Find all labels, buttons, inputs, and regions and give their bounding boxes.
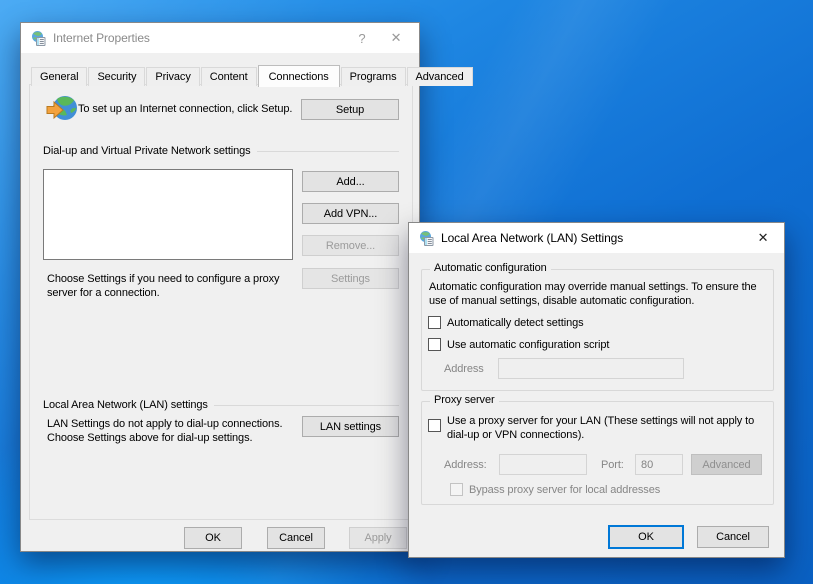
choose-settings-hint: Choose Settings if you need to configure…	[47, 272, 299, 300]
tab-privacy[interactable]: Privacy	[146, 67, 199, 86]
tab-strip: General Security Privacy Content Connect…	[31, 64, 474, 85]
add-vpn-button[interactable]: Add VPN...	[302, 203, 399, 224]
use-script-label: Use automatic configuration script	[447, 339, 609, 351]
script-address-label: Address	[444, 363, 484, 375]
lan-settings-button[interactable]: LAN settings	[302, 416, 399, 437]
titlebar: Local Area Network (LAN) Settings ✕	[409, 223, 784, 253]
use-proxy-checkbox[interactable]	[428, 419, 441, 432]
tab-advanced[interactable]: Advanced	[407, 67, 473, 86]
internet-globe-arrow-icon	[45, 93, 81, 132]
proxy-address-label: Address:	[444, 459, 487, 471]
setup-description: To set up an Internet connection, click …	[78, 102, 306, 116]
apply-button[interactable]: Apply	[349, 527, 407, 549]
automatically-detect-label: Automatically detect settings	[447, 317, 584, 329]
titlebar: Internet Properties ? ✕	[21, 23, 419, 53]
use-proxy-label: Use a proxy server for your LAN (These s…	[447, 414, 775, 442]
lan-section-label: Local Area Network (LAN) settings	[43, 399, 208, 411]
section-divider	[257, 151, 399, 152]
lan-settings-icon	[418, 230, 434, 246]
proxy-port-label: Port:	[601, 459, 624, 471]
cancel-button[interactable]: Cancel	[697, 526, 769, 548]
proxy-server-label: Proxy server	[430, 394, 499, 406]
tab-programs[interactable]: Programs	[341, 67, 406, 86]
dialog-title: Local Area Network (LAN) Settings	[441, 231, 623, 245]
lan-section-header: Local Area Network (LAN) settings	[43, 399, 399, 411]
cancel-button[interactable]: Cancel	[267, 527, 325, 549]
proxy-address-input[interactable]	[499, 454, 587, 475]
dialup-section-header: Dial-up and Virtual Private Network sett…	[43, 145, 399, 157]
automatically-detect-checkbox[interactable]	[428, 316, 441, 329]
bypass-proxy-checkbox[interactable]	[450, 483, 463, 496]
dialup-section-label: Dial-up and Virtual Private Network sett…	[43, 145, 251, 157]
lan-settings-dialog: Local Area Network (LAN) Settings ✕ Auto…	[408, 222, 785, 558]
internet-properties-icon	[30, 30, 46, 46]
desktop: { "colors": { "accent": "#0078d7", "desk…	[0, 0, 813, 584]
ok-button[interactable]: OK	[609, 526, 683, 548]
help-icon[interactable]: ?	[345, 23, 379, 53]
automatic-configuration-label: Automatic configuration	[430, 262, 551, 274]
proxy-port-input[interactable]	[635, 454, 683, 475]
advanced-button[interactable]: Advanced	[691, 454, 762, 475]
ok-button[interactable]: OK	[184, 527, 242, 549]
bypass-proxy-label: Bypass proxy server for local addresses	[469, 484, 660, 496]
add-button[interactable]: Add...	[302, 171, 399, 192]
tab-general[interactable]: General	[31, 67, 87, 86]
connections-listbox[interactable]	[43, 169, 293, 260]
close-icon[interactable]: ✕	[746, 223, 780, 253]
settings-button[interactable]: Settings	[302, 268, 399, 289]
lan-settings-note: LAN Settings do not apply to dial-up con…	[47, 417, 297, 445]
use-script-checkbox[interactable]	[428, 338, 441, 351]
tab-connections[interactable]: Connections	[258, 65, 340, 87]
tab-security[interactable]: Security	[88, 67, 145, 86]
section-divider	[214, 405, 399, 406]
remove-button[interactable]: Remove...	[302, 235, 399, 256]
dialog-title: Internet Properties	[53, 31, 150, 45]
close-icon[interactable]: ✕	[379, 23, 413, 53]
automatic-configuration-description: Automatic configuration may override man…	[429, 280, 771, 308]
tab-content[interactable]: Content	[201, 67, 257, 86]
script-address-input[interactable]	[498, 358, 684, 379]
setup-button[interactable]: Setup	[301, 99, 399, 120]
internet-properties-dialog: Internet Properties ? ✕ General Security…	[20, 22, 420, 552]
